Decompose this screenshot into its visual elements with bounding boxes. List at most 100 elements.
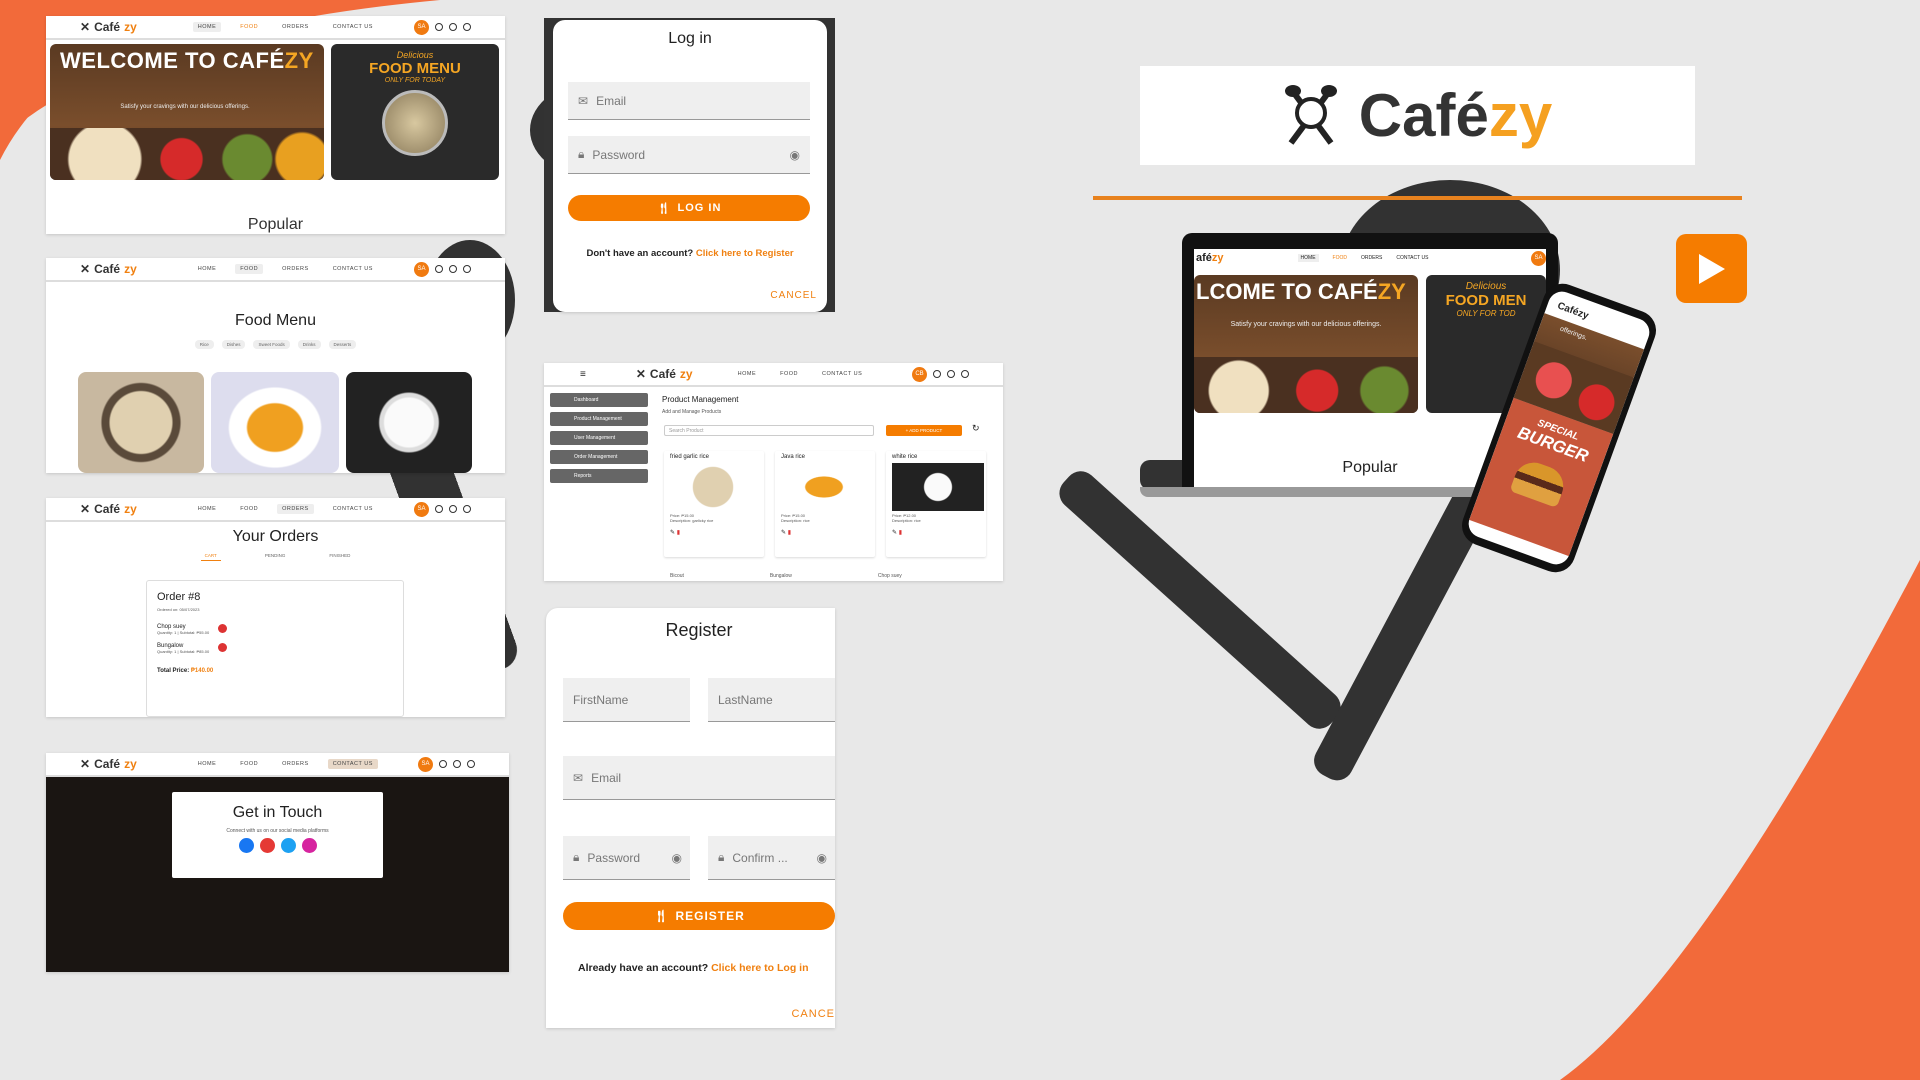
add-product-button[interactable]: + ADD PRODUCT — [886, 425, 962, 436]
nav-orders[interactable]: ORDERS — [1361, 255, 1382, 261]
menu-icon[interactable]: ≡ — [580, 369, 586, 380]
nav-food[interactable]: FOOD — [775, 369, 803, 379]
play-button[interactable] — [1676, 234, 1747, 303]
nav-home[interactable]: HOME — [193, 759, 222, 769]
twitter-icon[interactable] — [947, 370, 955, 378]
nav-contact[interactable]: CONTACT US — [328, 264, 378, 274]
nav-food[interactable]: FOOD — [235, 264, 264, 274]
nav-home[interactable]: HOME — [193, 504, 222, 514]
remove-icon[interactable] — [218, 643, 227, 652]
sidebar-item-dashboard[interactable]: Dashboard — [550, 393, 648, 407]
nav-orders[interactable]: ORDERS — [277, 504, 314, 514]
nav-food[interactable]: FOOD — [235, 22, 263, 32]
nav-contact[interactable]: CONTACT US — [328, 22, 378, 32]
logo[interactable]: ✕ Café zy — [80, 502, 137, 516]
register-link[interactable]: Click here to Register — [696, 248, 794, 259]
nav-food[interactable]: FOOD — [235, 504, 263, 514]
facebook-icon[interactable] — [435, 505, 443, 513]
instagram-icon[interactable] — [463, 505, 471, 513]
facebook-icon[interactable] — [435, 23, 443, 31]
edit-icon[interactable]: ✎ — [892, 530, 897, 536]
password-field[interactable]: 🔒︎ Password ◉ — [568, 136, 810, 174]
eye-icon[interactable]: ◉ — [790, 148, 800, 162]
lastname-field[interactable]: LastName — [708, 678, 835, 722]
twitter-icon[interactable] — [453, 760, 461, 768]
nav-home[interactable]: HOME — [192, 22, 222, 32]
logo[interactable]: ✕ Café zy — [636, 367, 693, 381]
delete-icon[interactable]: ▮ — [677, 530, 680, 536]
chip-drinks[interactable]: Drinks — [297, 340, 321, 349]
food-image-white-rice[interactable] — [346, 372, 472, 473]
food-image-garlic-rice[interactable] — [78, 372, 204, 473]
sidebar-item-reports[interactable]: Reports — [550, 469, 648, 483]
confirm-password-field[interactable]: 🔒︎ Confirm ... ◉ — [708, 836, 835, 880]
nav-contact[interactable]: CONTACT US — [327, 759, 378, 769]
instagram-icon[interactable] — [463, 23, 471, 31]
sidebar-item-products[interactable]: Product Management — [550, 412, 648, 426]
instagram-icon[interactable] — [463, 265, 471, 273]
edit-icon[interactable]: ✎ — [670, 530, 675, 536]
email-field[interactable]: ✉ Email — [568, 82, 810, 120]
avatar[interactable]: SA — [1531, 250, 1546, 266]
nav-food[interactable]: FOOD — [1333, 255, 1347, 261]
nav-contact[interactable]: CONTACT US — [328, 504, 378, 514]
logo[interactable]: ✕ Café zy — [80, 757, 137, 771]
twitter-icon[interactable] — [280, 838, 296, 853]
nav-orders[interactable]: ORDERS — [277, 264, 314, 274]
facebook-icon[interactable] — [435, 265, 443, 273]
product-desc: Description: rice — [892, 518, 921, 523]
avatar[interactable]: SA — [414, 261, 429, 277]
nav-food[interactable]: FOOD — [235, 759, 263, 769]
twitter-icon[interactable] — [449, 505, 457, 513]
tab-cart[interactable]: CART — [200, 553, 221, 561]
delete-icon[interactable]: ▮ — [899, 530, 902, 536]
avatar[interactable]: CB — [912, 366, 927, 382]
nav-contact[interactable]: CONTACT US — [817, 369, 867, 379]
logo[interactable]: ✕ Café zy — [80, 262, 137, 276]
chip-desserts[interactable]: Desserts — [328, 340, 357, 349]
sidebar-item-orders[interactable]: Order Management — [550, 450, 648, 464]
eye-icon[interactable]: ◉ — [672, 851, 682, 865]
facebook-icon[interactable] — [439, 760, 447, 768]
nav-home[interactable]: HOME — [733, 369, 762, 379]
avatar[interactable]: SA — [418, 756, 433, 772]
search-product-input[interactable]: Search Product — [664, 425, 874, 436]
product-card: fried garlic rice Price: ₱15.00 Descript… — [664, 451, 764, 557]
cancel-button[interactable]: CANCEL — [770, 290, 817, 301]
delete-icon[interactable]: ▮ — [788, 530, 791, 536]
chip-rice[interactable]: Rice — [194, 340, 214, 349]
food-image-java-rice[interactable] — [211, 372, 339, 473]
instagram-icon[interactable] — [301, 838, 317, 853]
nav-orders[interactable]: ORDERS — [277, 759, 314, 769]
firstname-field[interactable]: FirstName — [563, 678, 690, 722]
logo[interactable]: ✕ Café zy — [80, 20, 137, 34]
password-field[interactable]: 🔒︎ Password ◉ — [563, 836, 690, 880]
instagram-icon[interactable] — [961, 370, 969, 378]
nav-contact[interactable]: CONTACT US — [1396, 255, 1428, 261]
facebook-icon[interactable] — [933, 370, 941, 378]
email-field[interactable]: ✉ Email — [563, 756, 835, 800]
nav-home[interactable]: HOME — [193, 264, 222, 274]
twitter-icon[interactable] — [449, 23, 457, 31]
avatar[interactable]: SA — [414, 501, 429, 517]
nav-orders[interactable]: ORDERS — [277, 22, 314, 32]
register-button[interactable]: 🍴︎ REGISTER — [563, 902, 835, 930]
avatar[interactable]: SA — [414, 19, 429, 35]
email-icon[interactable] — [259, 838, 275, 853]
facebook-icon[interactable] — [238, 838, 254, 853]
chip-sweet[interactable]: Sweet Foods — [253, 340, 290, 349]
refresh-icon[interactable]: ↻ — [972, 423, 980, 434]
tab-pending[interactable]: PENDING — [265, 553, 286, 561]
chip-dishes[interactable]: Dishes — [221, 340, 246, 349]
eye-icon[interactable]: ◉ — [817, 851, 827, 865]
remove-icon[interactable] — [218, 624, 227, 633]
login-button[interactable]: 🍴︎ LOG IN — [568, 195, 810, 221]
login-link[interactable]: Click here to Log in — [711, 962, 808, 974]
edit-icon[interactable]: ✎ — [781, 530, 786, 536]
tab-finished[interactable]: FINISHED — [329, 553, 350, 561]
nav-home[interactable]: HOME — [1297, 254, 1319, 262]
sidebar-item-users[interactable]: User Management — [550, 431, 648, 445]
twitter-icon[interactable] — [449, 265, 457, 273]
cancel-button[interactable]: CANCE — [791, 1008, 835, 1020]
instagram-icon[interactable] — [467, 760, 475, 768]
